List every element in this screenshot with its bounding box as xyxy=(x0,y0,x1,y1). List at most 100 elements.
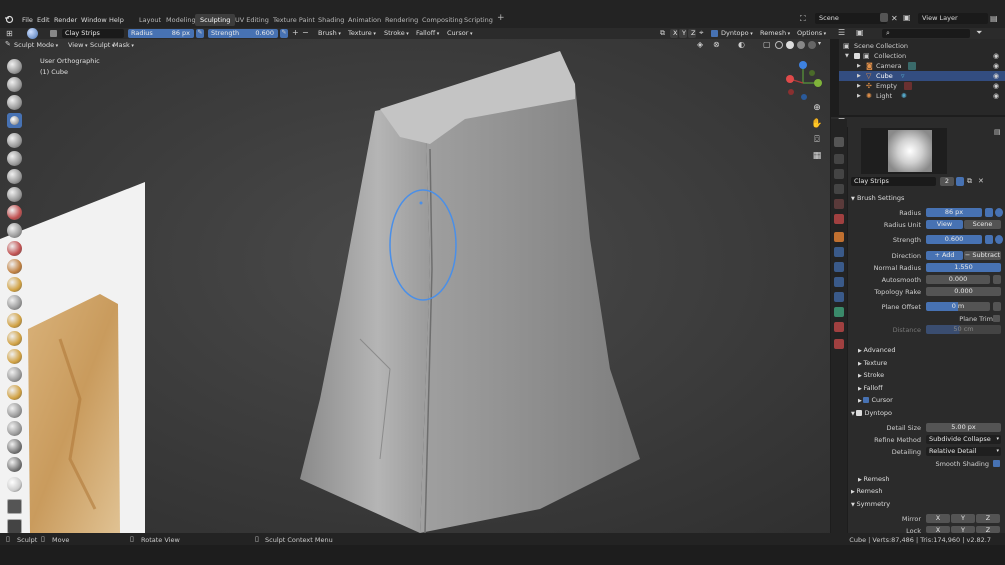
rendered-shading-icon[interactable] xyxy=(808,41,816,49)
camera-view-icon[interactable]: ⌼ xyxy=(811,134,823,146)
wireframe-shading-icon[interactable] xyxy=(775,41,783,49)
remesh-section[interactable]: ▶ Remesh xyxy=(851,487,883,495)
brush-preview-image[interactable] xyxy=(888,130,932,172)
symmetry-z-toggle[interactable]: Z xyxy=(688,29,696,38)
brush-preview-settings-icon[interactable]: ▤ xyxy=(994,128,1001,136)
flatten-brush-icon[interactable] xyxy=(7,223,22,238)
constraints-tab-icon[interactable] xyxy=(834,292,844,302)
plane-offset-pressure-icon[interactable] xyxy=(993,302,1001,311)
tool-tab-icon[interactable] xyxy=(834,137,844,147)
zoom-icon[interactable]: ⊕ xyxy=(811,102,823,114)
brush-name-field[interactable]: Clay Strips xyxy=(62,29,124,38)
brush-preview-icon[interactable] xyxy=(27,28,38,39)
strength-field[interactable]: Strength 0.600 xyxy=(208,29,278,38)
strength-value-field[interactable]: 0.600 xyxy=(926,235,982,244)
modifier-tab-icon[interactable] xyxy=(834,247,844,257)
draw-brush-icon[interactable] xyxy=(7,59,22,74)
expand-arrow-icon[interactable]: ▶ xyxy=(857,71,861,81)
draw-sharp-brush-icon[interactable] xyxy=(7,77,22,92)
visibility-eye-icon[interactable]: ◉ xyxy=(993,91,999,101)
clay-strips-brush-icon[interactable] xyxy=(7,113,22,128)
dyntopo-menu[interactable]: Dyntopo xyxy=(721,29,753,38)
material-shading-icon[interactable] xyxy=(797,41,805,49)
brush-browse-icon[interactable] xyxy=(50,30,57,37)
solid-shading-icon[interactable] xyxy=(786,41,794,49)
view-layer-icon[interactable]: ▣ xyxy=(903,13,911,22)
autosmooth-pressure-icon[interactable] xyxy=(993,275,1001,284)
elastic-deform-brush-icon[interactable] xyxy=(7,313,22,328)
simplify-brush-icon[interactable] xyxy=(7,439,22,454)
autosmooth-field[interactable]: 0.000 xyxy=(926,275,990,284)
pan-hand-icon[interactable]: ✋ xyxy=(811,118,823,130)
outliner-search-input[interactable] xyxy=(882,29,970,38)
inflate-brush-icon[interactable] xyxy=(7,151,22,166)
expand-arrow-icon[interactable]: ▶ xyxy=(857,61,861,71)
falloff-section[interactable]: ▶ Falloff xyxy=(858,384,883,392)
radius-value-field[interactable]: 86 px xyxy=(926,208,982,217)
fill-brush-icon[interactable] xyxy=(7,241,22,256)
brush-menu[interactable]: Brush xyxy=(318,29,341,38)
cursor-checkbox[interactable] xyxy=(863,397,870,403)
direction-add-icon[interactable]: + xyxy=(292,28,299,37)
outliner-editor-type-icon[interactable]: ☰ xyxy=(838,28,845,37)
stroke-section[interactable]: ▶ Stroke xyxy=(858,371,884,379)
snake-hook-brush-icon[interactable] xyxy=(7,331,22,346)
scene-selector[interactable]: Scene xyxy=(815,13,887,24)
detail-size-field[interactable]: 5.00 px xyxy=(926,423,1001,432)
plane-offset-field[interactable]: 0 m xyxy=(926,302,990,311)
visibility-eye-icon[interactable]: ◉ xyxy=(993,81,999,91)
dyntopo-section[interactable]: ▼ Dyntopo xyxy=(851,409,892,417)
add-workspace-icon[interactable]: + xyxy=(492,11,510,23)
refine-method-select[interactable]: Subdivide Collapse ▾ xyxy=(926,435,1001,444)
filter-icon[interactable]: ⏷ xyxy=(976,28,982,38)
display-mode-icon[interactable]: ▣ xyxy=(856,28,864,37)
radius-pressure-icon[interactable]: ✎ xyxy=(196,29,204,38)
view-menu[interactable]: View xyxy=(68,41,88,50)
scene-icon[interactable]: ⛶ xyxy=(800,14,806,24)
falloff-menu[interactable]: Falloff xyxy=(416,29,439,38)
view-object-types-icon[interactable]: ◈ xyxy=(697,40,703,49)
unlink-brush-icon[interactable]: ✕ xyxy=(978,177,984,185)
view-layer-selector[interactable]: View Layer xyxy=(918,13,988,24)
ortho-grid-icon[interactable]: ▦ xyxy=(811,150,823,162)
shading-options-icon[interactable]: ▾ xyxy=(818,40,821,47)
stroke-menu[interactable]: Stroke xyxy=(384,29,409,38)
scene-tab-icon[interactable] xyxy=(834,199,844,209)
mirror-z-toggle[interactable]: Z xyxy=(976,514,1000,523)
collection-checkbox[interactable] xyxy=(854,53,860,59)
new-scene-icon[interactable] xyxy=(880,13,888,22)
xray-toggle-icon[interactable]: ▢ xyxy=(763,40,771,49)
outliner-item-light[interactable]: ▶ ✺ Light ✺ ◉ xyxy=(839,91,1005,101)
sculpt-menu[interactable]: Sculpt xyxy=(90,41,114,50)
symmetry-lock-icon[interactable]: ⌖ xyxy=(699,28,704,38)
direction-subtract-icon[interactable]: − xyxy=(302,28,309,37)
physics-tab-icon[interactable] xyxy=(834,277,844,287)
radius-pressure-icon[interactable] xyxy=(985,208,993,217)
crease-brush-icon[interactable] xyxy=(7,187,22,202)
strength-pressure-icon[interactable] xyxy=(985,235,993,244)
remesh-subsection[interactable]: ▶ Remesh xyxy=(858,475,890,483)
expand-arrow-icon[interactable]: ▶ xyxy=(857,81,861,91)
advanced-section[interactable]: ▶ Advanced xyxy=(858,346,896,354)
strength-pressure-icon[interactable]: ✎ xyxy=(280,29,288,38)
mirror-x-toggle[interactable]: X xyxy=(926,514,950,523)
lock-x-toggle[interactable]: X xyxy=(926,526,950,533)
clay-brush-icon[interactable] xyxy=(7,95,22,110)
view-layer-options-icon[interactable]: ▤ xyxy=(990,14,998,23)
box-mask-icon[interactable] xyxy=(7,477,22,492)
smooth-shading-checkbox[interactable] xyxy=(993,460,1000,467)
texture-menu[interactable]: Texture xyxy=(348,29,376,38)
radius-unit-view-toggle[interactable]: View xyxy=(926,220,963,229)
mask-menu[interactable]: Mask xyxy=(113,41,134,50)
thumb-brush-icon[interactable] xyxy=(7,349,22,364)
remesh-menu[interactable]: Remesh xyxy=(760,29,790,38)
normal-radius-field[interactable]: 1.550 xyxy=(926,263,1001,272)
layer-brush-icon[interactable] xyxy=(7,133,22,148)
visibility-eye-icon[interactable]: ◉ xyxy=(993,51,999,61)
radius-unified-icon[interactable] xyxy=(995,208,1003,217)
blender-logo-icon[interactable] xyxy=(4,14,14,24)
box-hide-icon[interactable] xyxy=(7,499,22,514)
outliner-scene-collection[interactable]: ▣ Scene Collection xyxy=(839,41,1005,51)
brush-settings-section[interactable]: ▼ Brush Settings xyxy=(851,194,904,202)
camera-data-icon[interactable] xyxy=(908,62,916,70)
